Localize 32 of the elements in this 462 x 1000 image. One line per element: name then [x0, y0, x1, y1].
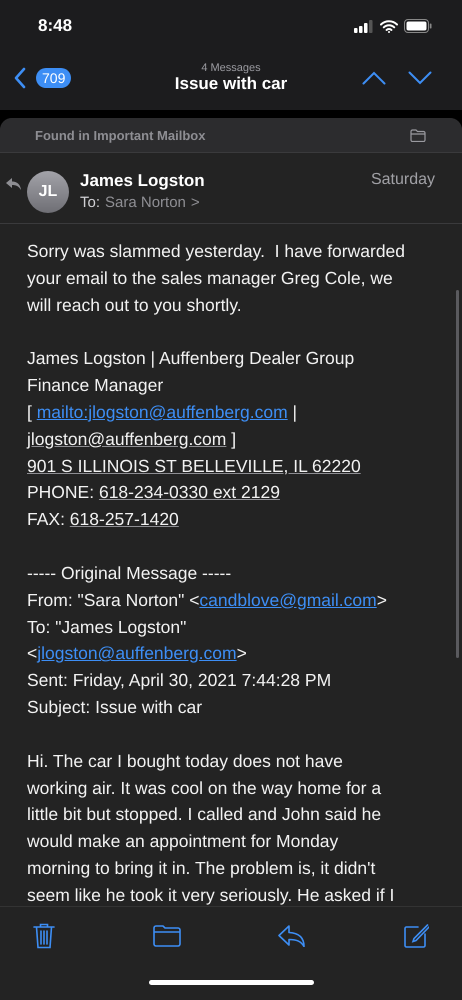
folder-icon[interactable] [152, 924, 181, 946]
unread-count-badge[interactable]: 709 [36, 68, 72, 88]
trash-icon[interactable] [33, 922, 55, 948]
sender-name: James Logston [80, 171, 205, 191]
folder-icon[interactable] [410, 128, 426, 142]
message-count: 4 Messages [201, 62, 261, 74]
data-link[interactable]: jlogston@auffenberg.com [27, 428, 226, 449]
wifi-icon [380, 20, 398, 32]
email-link[interactable]: candblove@gmail.com [199, 590, 377, 610]
battery-icon [404, 19, 432, 33]
home-indicator[interactable] [148, 980, 314, 984]
message-paragraph: ----- Original Message ----- From: "Sara Norton" <candblove@gmail.com> To: "James Logston" <jlogston@auffenberg.com> Sent: Friday, April 30, 2021 7:44:28 PM Subject: Issue with car [27, 562, 388, 719]
data-link[interactable]: 618-257-1420 [70, 509, 179, 530]
data-link[interactable]: 901 S ILLINOIS ST BELLEVILLE, IL 62220 [27, 456, 361, 476]
mailbox-label: Found in Important Mailbox [35, 128, 206, 142]
compose-icon[interactable] [404, 924, 429, 948]
message-date: Saturday [370, 171, 435, 190]
signal-icon [354, 20, 374, 32]
thread-title: Issue with car [174, 74, 288, 94]
status-time: 8:48 [38, 16, 72, 36]
to-label: To: [80, 194, 100, 211]
sender-avatar: JL [27, 171, 69, 213]
message-paragraph: James Logston | Auffenberg Dealer Group Finance Manager [ mailto:jlogston@auffenberg.com | jlogston@auffenberg.com ] 901 S ILLINOIS ST BELLEVILLE, IL 62220 PHONE: 618-234-0330 ext 2129 FAX: 618-257-1420 [27, 347, 362, 532]
reply-icon[interactable] [278, 924, 306, 946]
data-link[interactable]: 618-234-0330 ext 2129 [98, 482, 280, 502]
message-paragraph: Hi. The car I bought today does not have working air. It was cool on the way home for a little bit but stopped. I called and John said he would make an appointment for Monday morning to bring it in. The problem is, it didn't seem like he took it very seriously. He asked if I [27, 750, 396, 907]
back-icon[interactable] [14, 67, 26, 89]
email-link[interactable]: mailto:jlogston@auffenberg.com [36, 402, 288, 422]
chevron-icon[interactable]: > [190, 194, 200, 211]
recipient-link[interactable]: Sara Norton [105, 194, 186, 211]
email-link[interactable]: jlogston@auffenberg.com [37, 643, 237, 664]
message-paragraph: Sorry was slammed yesterday. I have forwarded your email to the sales manager Greg Cole, we will reach out to you shortly. [27, 240, 406, 317]
